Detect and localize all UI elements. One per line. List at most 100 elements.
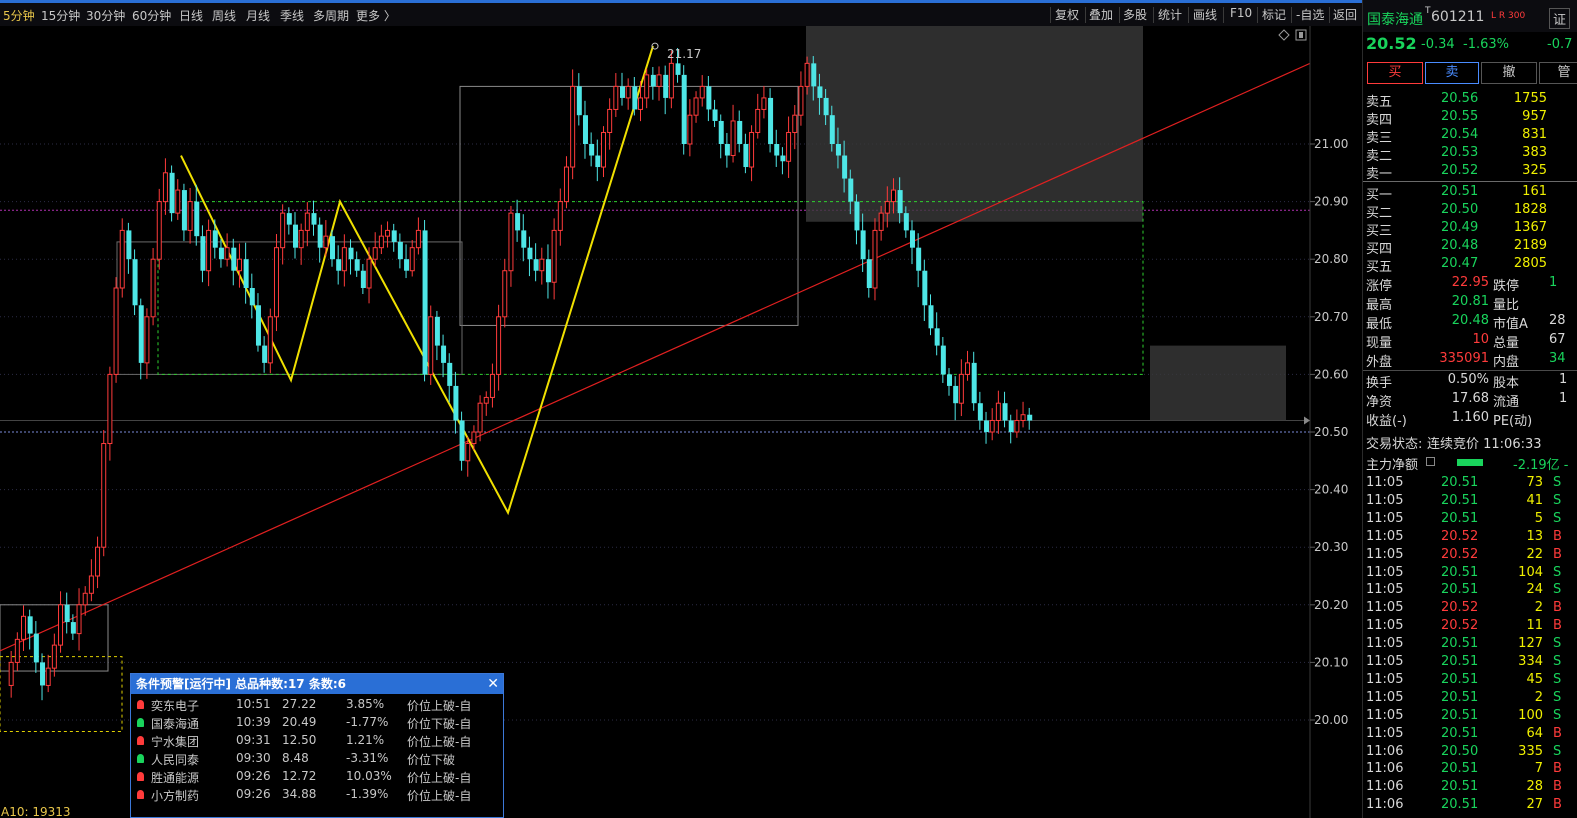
- alert-row[interactable]: 奕东电子 10:51 27.22 3.85% 价位上破-自: [131, 696, 503, 714]
- period-week[interactable]: 周线: [212, 7, 236, 24]
- alert-name: 胜通能源: [151, 770, 200, 785]
- stat-label: 换手: [1366, 376, 1393, 391]
- candle: [521, 214, 527, 262]
- alert-name: 小方制药: [151, 788, 200, 803]
- alert-time: 09:30: [236, 750, 271, 765]
- alert-row[interactable]: 小方制药 09:26 34.88 -1.39% 价位上破-自: [131, 786, 503, 804]
- mark-button[interactable]: 标记: [1262, 6, 1286, 23]
- alert-name: 人民同泰: [151, 752, 200, 767]
- tick-time: 11:05: [1366, 618, 1404, 634]
- alert-cond: 价位上破-自: [407, 734, 472, 749]
- window-icon[interactable]: [1295, 29, 1307, 41]
- tick-side: B: [1553, 528, 1562, 544]
- list-icon[interactable]: [1426, 457, 1435, 466]
- candle: [144, 308, 150, 379]
- cancel-order-button[interactable]: 撤: [1481, 62, 1537, 84]
- stat-label: 最高: [1366, 298, 1393, 313]
- bid-row[interactable]: 买一 20.51 161: [1363, 183, 1577, 203]
- alert-row[interactable]: 胜通能源 09:26 12.72 10.03% 价位上破-自: [131, 768, 503, 786]
- candle: [298, 223, 304, 265]
- ask-row[interactable]: 卖二 20.53 383: [1363, 144, 1577, 164]
- stat-value: 17.68: [1451, 391, 1489, 406]
- candle: [1020, 401, 1026, 428]
- tick-side: B: [1553, 618, 1562, 634]
- ask-row[interactable]: 卖四 20.55 957: [1363, 108, 1577, 128]
- sell-button[interactable]: 卖: [1425, 62, 1479, 84]
- candle: [496, 304, 502, 391]
- back-button[interactable]: 返回: [1333, 6, 1357, 23]
- alert-pct: -1.39%: [346, 786, 389, 801]
- period-season[interactable]: 季线: [280, 7, 304, 24]
- candle: [977, 391, 983, 430]
- tick-time: 11:05: [1366, 671, 1404, 687]
- bid-row[interactable]: 买二 20.50 1828: [1363, 201, 1577, 221]
- alert-row[interactable]: 国泰海通 10:39 20.49 -1.77% 价位下破-自: [131, 714, 503, 732]
- candle: [557, 188, 563, 246]
- period-multi[interactable]: 多周期: [313, 7, 349, 24]
- tick-volume: 24: [1526, 582, 1543, 598]
- period-day[interactable]: 日线: [179, 7, 203, 24]
- tick-price: 20.51: [1441, 636, 1479, 652]
- fuquan-button[interactable]: 复权: [1055, 6, 1079, 23]
- candle: [459, 411, 465, 471]
- candle: [965, 350, 971, 381]
- bid-row[interactable]: 买三 20.49 1367: [1363, 219, 1577, 239]
- tick-side: S: [1553, 689, 1562, 705]
- axis-tick-label: 21.00: [1314, 137, 1348, 151]
- candle: [415, 217, 421, 255]
- tick-price: 20.51: [1441, 725, 1479, 741]
- period-30min[interactable]: 30分钟: [86, 7, 125, 24]
- ask-row[interactable]: 卖三 20.54 831: [1363, 126, 1577, 146]
- ask-row[interactable]: 卖五 20.56 1755: [1363, 90, 1577, 110]
- period-month[interactable]: 月线: [246, 7, 270, 24]
- tick-volume: 41: [1526, 492, 1543, 508]
- tick-time: 11:05: [1366, 528, 1404, 544]
- edge-button[interactable]: 证: [1549, 8, 1571, 29]
- condition-alert-panel: 条件预警[运行中] 总品种数:17 条数:6 ✕ 奕东电子 10:51 27.22 3…: [130, 673, 504, 818]
- stock-flags: L R 300: [1491, 11, 1526, 21]
- ask-volume: 383: [1522, 145, 1547, 160]
- tick-time: 11:05: [1366, 546, 1404, 562]
- period-60min[interactable]: 60分钟: [132, 7, 171, 24]
- bid-row[interactable]: 买四 20.48 2189: [1363, 237, 1577, 257]
- candle: [693, 91, 699, 123]
- f10-button[interactable]: F10: [1230, 6, 1252, 20]
- tick-row: 11:05 20.51 64 B: [1363, 725, 1577, 743]
- stat-row: 最低 20.48 市值A 28: [1363, 312, 1577, 332]
- diamond-icon[interactable]: [1278, 29, 1290, 41]
- period-more[interactable]: 更多 〉: [356, 7, 396, 24]
- period-15min[interactable]: 15分钟: [41, 7, 80, 24]
- candle: [262, 336, 268, 373]
- alert-row[interactable]: 人民同泰 09:30 8.48 -3.31% 价位下破: [131, 750, 503, 768]
- overlay-button[interactable]: 叠加: [1089, 6, 1113, 23]
- bid-label: 买五: [1366, 260, 1393, 275]
- alert-name: 宁水集团: [151, 734, 200, 749]
- candle: [922, 259, 928, 321]
- stat-label: 流通: [1493, 395, 1520, 410]
- bid-row[interactable]: 买五 20.47 2805: [1363, 255, 1577, 275]
- candle: [539, 247, 545, 285]
- draw-line-button[interactable]: 画线: [1193, 6, 1217, 23]
- self-select-button[interactable]: -自选: [1296, 6, 1324, 23]
- ask-row[interactable]: 卖一 20.52 325: [1363, 162, 1577, 182]
- tick-row: 11:05 20.51 127 S: [1363, 635, 1577, 653]
- stats-button[interactable]: 统计: [1158, 6, 1182, 23]
- alert-time: 09:26: [236, 768, 271, 783]
- buy-button[interactable]: 买: [1367, 62, 1423, 84]
- tick-price: 20.51: [1441, 779, 1479, 795]
- last-price: 20.52: [1366, 34, 1417, 53]
- manage-button[interactable]: 管: [1539, 62, 1577, 84]
- tick-side: S: [1553, 654, 1562, 669]
- tick-row: 11:05 20.51 104 S: [1363, 564, 1577, 582]
- multi-stock-button[interactable]: 多股: [1123, 6, 1147, 23]
- candle: [508, 205, 514, 287]
- tick-side: S: [1553, 671, 1562, 687]
- stat-row: 涨停 22.95 跌停 1: [1363, 274, 1577, 294]
- alert-row[interactable]: 宁水集团 09:31 12.50 1.21% 价位上破-自: [131, 732, 503, 750]
- alert-price: 8.48: [282, 750, 309, 765]
- candle: [95, 536, 101, 589]
- close-icon[interactable]: ✕: [487, 674, 499, 694]
- tick-time: 11:05: [1366, 707, 1404, 723]
- bid-volume: 1367: [1513, 220, 1547, 235]
- period-5min[interactable]: 5分钟: [3, 7, 35, 24]
